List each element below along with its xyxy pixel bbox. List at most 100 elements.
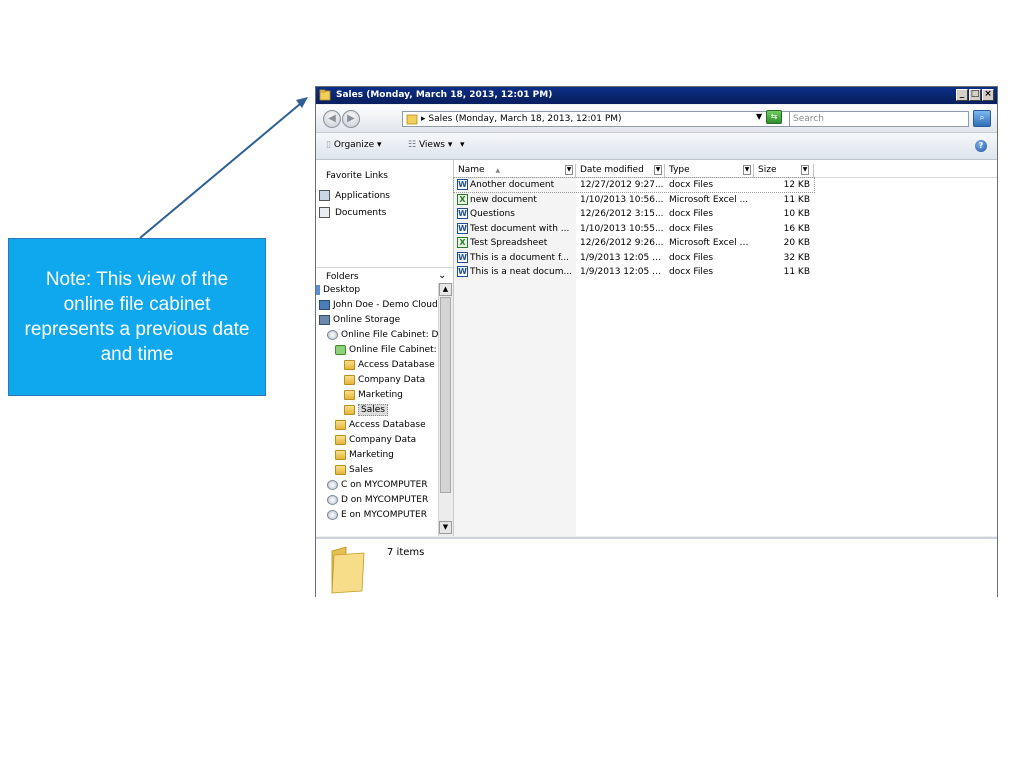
cloud-user-icon (319, 299, 330, 310)
folder-icon (331, 546, 365, 594)
tree-label: Online Storage (333, 315, 401, 325)
folder-tree: Desktop John Doe - Demo Cloud Online Sto… (316, 283, 438, 536)
tree-item-access-database[interactable]: Access Database (335, 418, 426, 433)
tree-item-file-cabinet[interactable]: Online File Cabinet: De (327, 328, 438, 343)
tree-item-file-cabinet-snapshot[interactable]: Online File Cabinet: [ (335, 343, 438, 358)
tree-label: C on MYCOMPUTER (341, 480, 428, 490)
tree-item-drive-d[interactable]: D on MYCOMPUTER (327, 493, 428, 508)
tree-item-access-database[interactable]: Access Database (344, 358, 435, 373)
scroll-down-icon[interactable]: ▼ (439, 521, 452, 534)
tree-item-desktop[interactable]: Desktop (316, 283, 360, 298)
folder-icon (344, 374, 355, 385)
scroll-up-icon[interactable]: ▲ (439, 283, 452, 296)
storage-icon (319, 314, 330, 325)
folders-header[interactable]: Folders ⌄ (316, 267, 453, 284)
tree-item-drive-e[interactable]: E on MYCOMPUTER (327, 508, 427, 523)
tree-item-online-storage[interactable]: Online Storage (319, 313, 400, 328)
column-label: Type (669, 165, 690, 175)
help-icon[interactable]: ? (975, 140, 987, 152)
breadcrumb[interactable]: ▸ Sales (Monday, March 18, 2013, 12:01 P… (421, 114, 622, 124)
file-row[interactable]: W This is a neat docum... 1/9/2013 12:05 A… (454, 265, 814, 279)
drive-icon (327, 509, 338, 520)
tree-label: Company Data (358, 375, 426, 385)
file-name: This is a document f... (470, 252, 570, 263)
drive-icon (327, 329, 338, 340)
search-input[interactable]: Search (789, 111, 969, 127)
search-button[interactable]: ⌕ (973, 110, 991, 127)
minimize-button[interactable]: _ (956, 89, 968, 101)
close-button[interactable]: × (982, 89, 994, 101)
tree-item-marketing[interactable]: Marketing (344, 388, 403, 403)
tree-item-cloud[interactable]: John Doe - Demo Cloud (319, 298, 438, 313)
folder-icon (344, 389, 355, 400)
folders-label: Folders (326, 272, 359, 282)
chevron-down-icon[interactable]: ⌄ (438, 270, 446, 281)
word-icon: W (457, 251, 468, 263)
file-row[interactable]: W Questions 12/26/2012 3:15... docx Files 10… (454, 207, 814, 221)
file-row[interactable]: W Another document 12/27/2012 9:27... docx … (453, 177, 815, 193)
views-button[interactable]: ☷ Views ▾ (408, 140, 452, 150)
file-size: 11 KB (783, 267, 810, 277)
file-type: Microsoft Excel ... (669, 194, 749, 205)
tree-item-drive-c[interactable]: C on MYCOMPUTER (327, 478, 428, 493)
chevron-down-icon[interactable]: ▼ (801, 165, 809, 175)
scroll-thumb[interactable] (440, 297, 451, 493)
address-row: ◀ ▶ ▸ Sales (Monday, March 18, 2013, 12:… (316, 105, 997, 133)
note-callout: Note: This view of the online file cabin… (8, 238, 266, 396)
window-title: Sales (Monday, March 18, 2013, 12:01 PM) (336, 90, 553, 100)
file-size: 10 KB (783, 209, 810, 219)
tree-label: Desktop (323, 285, 361, 295)
file-row[interactable]: Xnew document 1/10/2013 10:56... Microsoft… (454, 193, 814, 207)
tree-item-sales-selected[interactable]: Sales (344, 403, 388, 418)
organize-button[interactable]: ▯ Organize ▾ (326, 140, 382, 150)
word-icon: W (457, 179, 468, 190)
tree-item-company-data[interactable]: Company Data (335, 433, 416, 448)
file-size: 32 KB (783, 252, 810, 263)
column-type[interactable]: Type ▼ (665, 164, 754, 177)
tree-label: Sales (349, 465, 373, 475)
file-name-cell: W Another document (457, 178, 575, 192)
file-row[interactable]: W This is a document f... 1/9/2013 12:05 A… (454, 251, 814, 265)
column-label: Date modified (580, 165, 644, 175)
tree-label: Online File Cabinet: De (341, 330, 438, 340)
tree-item-sales[interactable]: Sales (335, 463, 373, 478)
chevron-down-icon[interactable]: ▼ (654, 165, 662, 175)
favorite-documents[interactable]: Documents (319, 207, 386, 218)
favorite-label: Documents (335, 208, 387, 218)
tree-scrollbar[interactable]: ▲ ▼ (438, 283, 453, 536)
file-name: new document (470, 194, 537, 205)
column-date-modified[interactable]: Date modified ▼ (576, 164, 665, 177)
tree-item-company-data[interactable]: Company Data (344, 373, 425, 388)
forward-button[interactable]: ▶ (342, 110, 360, 128)
tree-item-marketing[interactable]: Marketing (335, 448, 394, 463)
chevron-down-icon[interactable]: ▼ (743, 165, 751, 175)
column-name[interactable]: Name ▲ ▼ (454, 164, 576, 177)
file-name-cell: W Test document with ... (457, 222, 575, 236)
address-dropdown-icon[interactable]: ▼ (756, 112, 762, 121)
tree-label: Online File Cabinet: [ (349, 345, 438, 355)
word-icon: W (457, 208, 468, 219)
navigation-pane: Favorite Links Applications Documents Fo… (316, 160, 454, 536)
more-dropdown[interactable]: ▾ (460, 140, 465, 150)
file-name-cell: W Questions (457, 207, 575, 221)
favorite-applications[interactable]: Applications (319, 190, 390, 201)
maximize-button[interactable]: □ (969, 89, 981, 101)
tree-label: Sales (358, 404, 388, 416)
file-row[interactable]: X Test Spreadsheet 12/26/2012 9:26... Micro… (454, 236, 814, 250)
folder-icon (335, 419, 346, 430)
back-button[interactable]: ◀ (323, 110, 341, 128)
file-row[interactable]: W Test document with ... 1/10/2013 10:55..… (454, 222, 814, 236)
file-list: Name ▲ ▼ Date modified ▼ Type ▼ Size ▼ W… (453, 160, 997, 536)
tree-label: Marketing (358, 390, 403, 400)
file-size: 16 KB (783, 223, 810, 234)
tree-label: Marketing (349, 450, 394, 460)
column-label: Size (758, 165, 777, 175)
chevron-down-icon[interactable]: ▼ (565, 165, 573, 175)
refresh-button[interactable]: ⇆ (766, 110, 782, 124)
title-bar[interactable]: Sales (Monday, March 18, 2013, 12:01 PM)… (316, 87, 997, 104)
column-size[interactable]: Size ▼ (754, 164, 814, 177)
documents-icon (319, 207, 330, 218)
file-date: 1/9/2013 12:05 AM (580, 267, 664, 277)
views-icon: ☷ (408, 140, 417, 150)
file-name: Test Spreadsheet (470, 238, 548, 248)
